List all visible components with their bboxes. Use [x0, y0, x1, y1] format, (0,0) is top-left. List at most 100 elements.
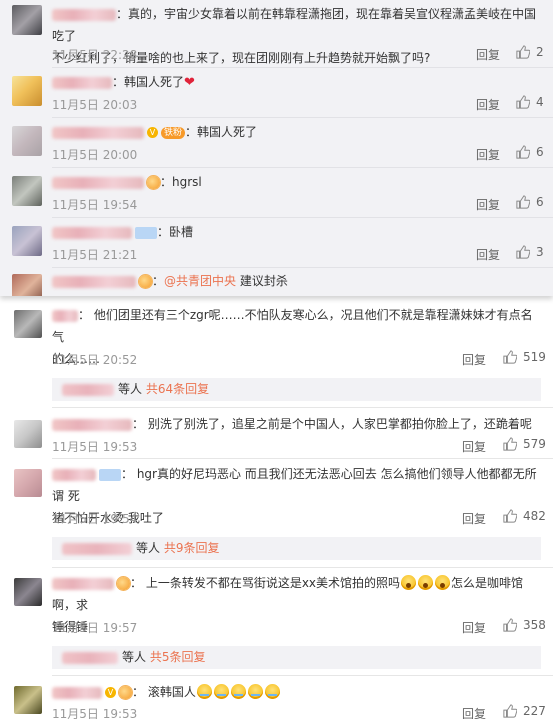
sub-replies-summary[interactable]: 等人 共9条回复	[52, 537, 541, 560]
like-button[interactable]: 4	[516, 95, 544, 109]
sub-replies-summary[interactable]: 等人 共5条回复	[52, 646, 541, 669]
avatar[interactable]	[12, 226, 42, 256]
comment-text: V： 滚韩国人	[52, 681, 544, 703]
comment-time: 11月5日 19:54	[52, 512, 138, 526]
comment-time: 11月5日 19:57	[52, 621, 138, 635]
reply-button[interactable]: 回复	[462, 510, 486, 527]
reply-button[interactable]: 回复	[462, 705, 486, 719]
like-button[interactable]: 519	[503, 350, 546, 364]
sub-reply-user-blurred[interactable]	[62, 383, 114, 396]
thumbs-up-icon	[503, 704, 517, 718]
like-count: 358	[523, 618, 546, 632]
like-button[interactable]: 2	[516, 45, 544, 59]
view-replies-link[interactable]: 共5条回复	[150, 650, 206, 664]
comment-text: V 铁粉 ：韩国人死了	[52, 121, 257, 143]
username-blurred[interactable]	[52, 126, 144, 139]
avatar[interactable]	[14, 686, 42, 714]
shocked-emoji-icon	[401, 575, 417, 590]
username-blurred[interactable]	[52, 418, 132, 431]
username-blurred[interactable]	[52, 577, 114, 590]
comment-time: 11月5日 19:54	[52, 198, 138, 212]
avatar[interactable]	[14, 578, 42, 606]
crying-emoji-icon	[264, 684, 280, 699]
reply-button[interactable]: 回复	[476, 96, 500, 113]
username-blurred[interactable]	[52, 686, 102, 699]
thumbs-up-icon	[503, 350, 517, 364]
comment-text: ：韩国人死了❤	[52, 71, 195, 94]
username-blurred[interactable]	[52, 176, 144, 189]
comment-time: 11月5日 20:52	[52, 353, 138, 367]
reply-button[interactable]: 回复	[462, 438, 486, 455]
member-badge	[135, 226, 157, 239]
crying-emoji-icon	[196, 684, 212, 699]
comment-item: ：卧槽 11月5日 21:21 回复 3	[0, 218, 553, 268]
sub-reply-user-blurred[interactable]	[62, 542, 132, 555]
comment-text: ： 别洗了别洗了，追星之前是个中国人，人家巴掌都拍你脸上了，还跪着呢	[52, 413, 544, 435]
comment-time: 11月5日 21:21	[52, 248, 138, 262]
medal-icon	[117, 577, 130, 590]
comment-item: ：hgrsl 11月5日 19:54 回复 6	[0, 168, 553, 218]
comment-item: ： hgr真的好尼玛恶心 而且我们还无法恶心回去 怎么搞他们领导人他都都无所谓 …	[0, 459, 553, 564]
verified-v-icon: V	[147, 127, 158, 138]
shocked-emoji-icon	[418, 575, 434, 590]
reply-button[interactable]: 回复	[476, 246, 500, 263]
crying-emoji-icon	[230, 684, 246, 699]
comment-time: 11月5日 19:53	[52, 707, 138, 719]
thumbs-up-icon	[503, 509, 517, 523]
medal-icon	[119, 686, 132, 699]
username-blurred[interactable]	[52, 275, 136, 288]
view-replies-link[interactable]: 共9条回复	[164, 541, 220, 555]
comment-item: ：真的，宇宙少女靠着以前在韩靠程潇拖团，现在靠着吴宣仪程潇孟美岐在中国吃了 不少…	[0, 0, 553, 68]
like-count: 4	[536, 95, 544, 109]
thumbs-up-icon	[516, 195, 530, 209]
reply-button[interactable]: 回复	[476, 146, 500, 163]
username-blurred[interactable]	[52, 226, 132, 239]
like-count: 519	[523, 350, 546, 364]
comment-time: 11月5日 19:53	[52, 440, 138, 454]
comment-item: ：韩国人死了❤ 11月5日 20:03 回复 4	[0, 68, 553, 118]
thumbs-up-icon	[516, 245, 530, 259]
crying-emoji-icon	[213, 684, 229, 699]
reply-button[interactable]: 回复	[476, 46, 500, 63]
sub-reply-user-blurred[interactable]	[62, 651, 118, 664]
like-button[interactable]: 579	[503, 437, 546, 451]
comment-text: ：hgrsl	[52, 171, 202, 193]
comment-item: ： 上一条转发不都在骂街说这是xx美术馆拍的照吗 怎么是咖啡馆啊，求 锤得锤 11…	[0, 568, 553, 673]
like-button[interactable]: 3	[516, 245, 544, 259]
username-blurred[interactable]	[52, 468, 96, 481]
reply-button[interactable]: 回复	[462, 619, 486, 636]
member-badge	[99, 468, 121, 481]
thumbs-up-icon	[516, 145, 530, 159]
shocked-emoji-icon	[435, 575, 451, 590]
avatar[interactable]	[12, 5, 42, 35]
username-blurred[interactable]	[52, 76, 112, 89]
avatar[interactable]	[12, 176, 42, 206]
username-blurred[interactable]	[52, 309, 78, 322]
like-count: 227	[523, 704, 546, 718]
like-button[interactable]: 227	[503, 704, 546, 718]
avatar[interactable]	[12, 126, 42, 156]
like-button[interactable]: 358	[503, 618, 546, 632]
like-button[interactable]: 6	[516, 195, 544, 209]
view-replies-link[interactable]: 共64条回复	[146, 382, 209, 396]
comment-time: 11月5日 20:00	[52, 148, 138, 162]
avatar[interactable]	[12, 76, 42, 106]
avatar[interactable]	[12, 274, 42, 296]
crying-emoji-icon	[247, 684, 263, 699]
comment-time: 11月5日 20:03	[52, 98, 138, 112]
username-blurred[interactable]	[52, 8, 116, 21]
sub-replies-summary[interactable]: 等人 共64条回复	[52, 378, 541, 401]
mention-link[interactable]: @共青团中央	[164, 274, 236, 288]
avatar[interactable]	[14, 420, 42, 448]
comment-item: V： 滚韩国人 11月5日 19:53 回复 227	[0, 676, 553, 719]
avatar[interactable]	[14, 469, 42, 497]
reply-button[interactable]: 回复	[476, 196, 500, 213]
avatar[interactable]	[14, 310, 42, 338]
hot-comments-panel: ：真的，宇宙少女靠着以前在韩靠程潇拖团，现在靠着吴宣仪程潇孟美岐在中国吃了 不少…	[0, 0, 553, 296]
medal-icon	[139, 275, 152, 288]
reply-button[interactable]: 回复	[462, 351, 486, 368]
like-button[interactable]: 482	[503, 509, 546, 523]
comment-item: ：@共青团中央 建议封杀	[0, 268, 553, 296]
like-button[interactable]: 6	[516, 145, 544, 159]
medal-icon	[147, 176, 160, 189]
